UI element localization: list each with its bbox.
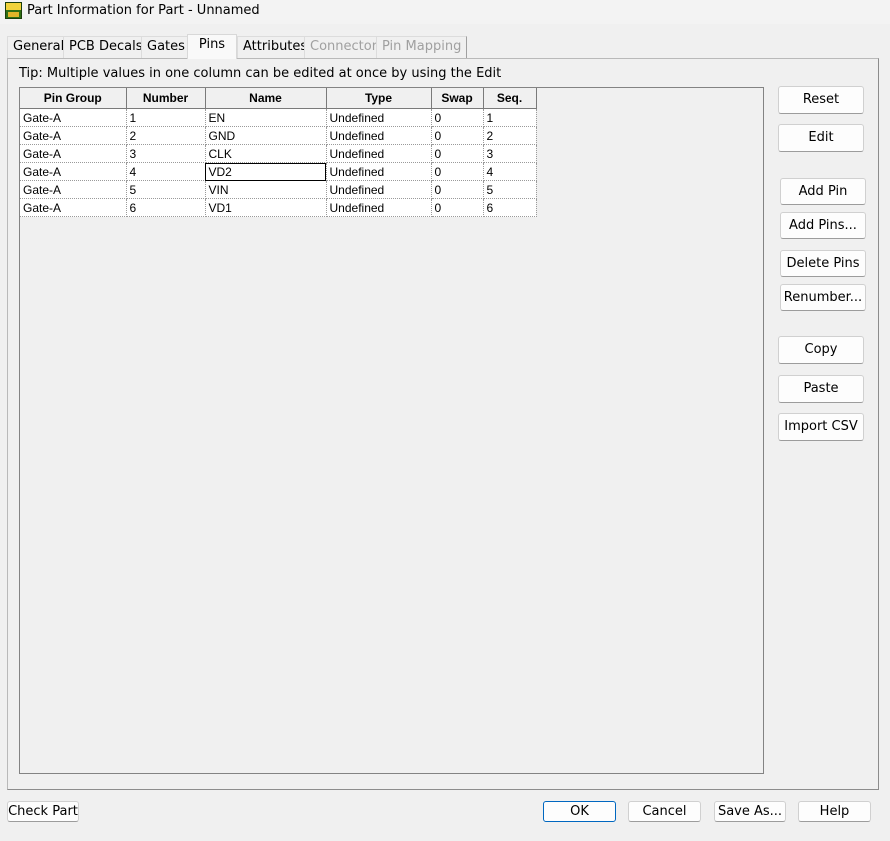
cell-type[interactable]: Undefined: [325, 126, 432, 145]
cell-seq[interactable]: 5: [482, 180, 537, 199]
table-row[interactable]: Gate-A 2 GND Undefined 0 2: [20, 126, 537, 145]
cell-name-selected[interactable]: VD2: [204, 162, 327, 181]
cell-seq[interactable]: 3: [482, 144, 537, 163]
cell-pin-group[interactable]: Gate-A: [20, 126, 127, 145]
column-header-type[interactable]: Type: [325, 88, 432, 109]
column-header-name[interactable]: Name: [204, 88, 327, 109]
cell-number[interactable]: 1: [125, 108, 206, 127]
window-title: Part Information for Part - Unnamed: [27, 3, 260, 18]
table-row[interactable]: Gate-A 3 CLK Undefined 0 3: [20, 144, 537, 163]
column-header-number[interactable]: Number: [125, 88, 206, 109]
cell-swap[interactable]: 0: [430, 162, 484, 181]
cell-swap[interactable]: 0: [430, 108, 484, 127]
cell-seq[interactable]: 4: [482, 162, 537, 181]
edit-button[interactable]: Edit: [778, 124, 864, 152]
cell-type[interactable]: Undefined: [325, 162, 432, 181]
cell-swap[interactable]: 0: [430, 180, 484, 199]
add-pins-button[interactable]: Add Pins...: [780, 212, 866, 239]
column-header-swap[interactable]: Swap: [430, 88, 484, 109]
check-part-button[interactable]: Check Part: [7, 801, 79, 822]
delete-pins-button[interactable]: Delete Pins: [780, 250, 866, 277]
title-bar: Part Information for Part - Unnamed: [0, 0, 890, 24]
cell-pin-group[interactable]: Gate-A: [20, 144, 127, 163]
tab-connector: Connector: [304, 36, 384, 58]
cell-seq[interactable]: 1: [482, 108, 537, 127]
cell-name[interactable]: EN: [204, 108, 327, 127]
ok-button[interactable]: OK: [543, 801, 616, 822]
pins-table: Pin Group Number Name Type Swap Seq. Gat…: [20, 88, 537, 217]
table-row[interactable]: Gate-A 4 VD2 Undefined 0 4: [20, 162, 537, 181]
cell-type[interactable]: Undefined: [325, 144, 432, 163]
cell-number[interactable]: 2: [125, 126, 206, 145]
cell-number[interactable]: 4: [125, 162, 206, 181]
cell-pin-group[interactable]: Gate-A: [20, 108, 127, 127]
column-header-seq[interactable]: Seq.: [482, 88, 537, 109]
tab-gates[interactable]: Gates: [141, 36, 191, 58]
tab-general[interactable]: General: [7, 36, 71, 58]
renumber-button[interactable]: Renumber...: [780, 284, 866, 311]
cell-number[interactable]: 6: [125, 198, 206, 217]
cell-seq[interactable]: 6: [482, 198, 537, 217]
tab-pcb-decals[interactable]: PCB Decals: [63, 36, 149, 58]
cell-type[interactable]: Undefined: [325, 180, 432, 199]
column-header-pin-group[interactable]: Pin Group: [20, 88, 127, 109]
cell-name[interactable]: VIN: [204, 180, 327, 199]
copy-button[interactable]: Copy: [778, 336, 864, 364]
tip-text: Tip: Multiple values in one column can b…: [19, 66, 502, 81]
tab-pin-mapping: Pin Mapping: [376, 36, 468, 58]
table-row[interactable]: Gate-A 1 EN Undefined 0 1: [20, 108, 537, 127]
table-row[interactable]: Gate-A 6 VD1 Undefined 0 6: [20, 198, 537, 217]
cancel-button[interactable]: Cancel: [628, 801, 701, 822]
cell-pin-group[interactable]: Gate-A: [20, 198, 127, 217]
tab-attributes[interactable]: Attributes: [237, 36, 314, 58]
table-row[interactable]: Gate-A 5 VIN Undefined 0 5: [20, 180, 537, 199]
cell-swap[interactable]: 0: [430, 126, 484, 145]
cell-pin-group[interactable]: Gate-A: [20, 162, 127, 181]
cell-pin-group[interactable]: Gate-A: [20, 180, 127, 199]
cell-number[interactable]: 5: [125, 180, 206, 199]
pins-grid[interactable]: Pin Group Number Name Type Swap Seq. Gat…: [19, 87, 764, 774]
grid-header-row: Pin Group Number Name Type Swap Seq.: [20, 88, 537, 109]
pads-app-icon: [5, 2, 22, 19]
import-csv-button[interactable]: Import CSV: [778, 413, 864, 441]
cell-name[interactable]: GND: [204, 126, 327, 145]
cell-swap[interactable]: 0: [430, 198, 484, 217]
cell-name[interactable]: CLK: [204, 144, 327, 163]
cell-swap[interactable]: 0: [430, 144, 484, 163]
cell-seq[interactable]: 2: [482, 126, 537, 145]
cell-type[interactable]: Undefined: [325, 108, 432, 127]
save-as-button[interactable]: Save As...: [714, 801, 786, 822]
help-button[interactable]: Help: [798, 801, 871, 822]
paste-button[interactable]: Paste: [778, 375, 864, 403]
reset-button[interactable]: Reset: [778, 86, 864, 114]
cell-name[interactable]: VD1: [204, 198, 327, 217]
tab-pins[interactable]: Pins: [187, 34, 237, 59]
cell-number[interactable]: 3: [125, 144, 206, 163]
add-pin-button[interactable]: Add Pin: [780, 178, 866, 205]
cell-type[interactable]: Undefined: [325, 198, 432, 217]
